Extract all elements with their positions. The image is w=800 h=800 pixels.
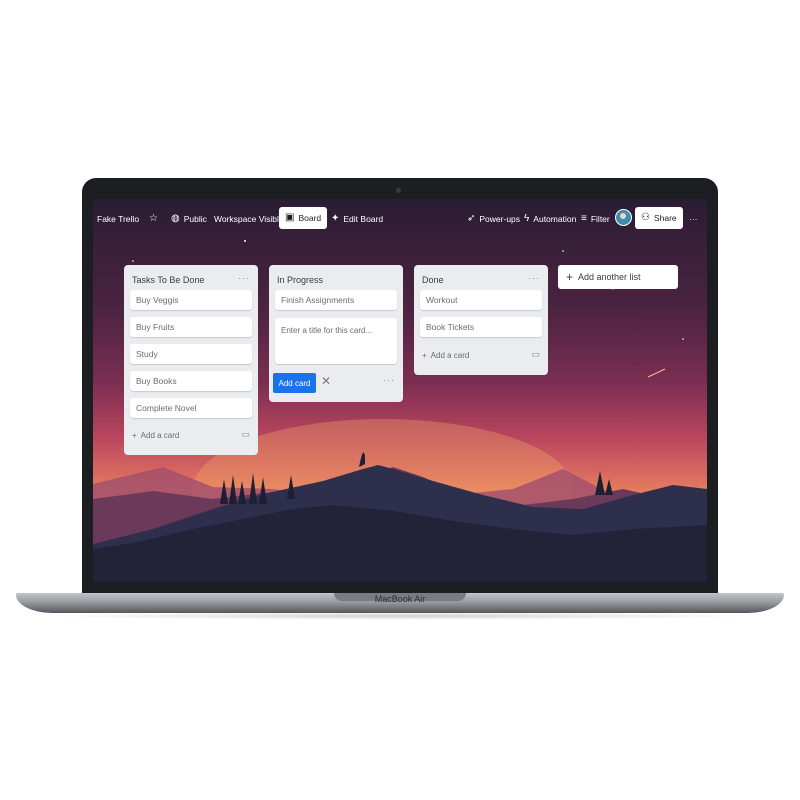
- lightning-icon: ϟ: [524, 213, 530, 224]
- add-list-button[interactable]: + Add another list: [558, 265, 678, 289]
- board-icon: ▣: [285, 212, 295, 223]
- plus-icon: +: [422, 351, 427, 360]
- board-name[interactable]: Fake Trello: [97, 199, 139, 239]
- visibility-button[interactable]: ◍ Public: [171, 199, 207, 239]
- automation-button[interactable]: ϟ Automation: [524, 199, 576, 239]
- filter-label: Filter: [590, 214, 610, 224]
- visibility-label: Public: [183, 214, 207, 224]
- board-header: Fake Trello ☆ ◍ Public Workspace Visible…: [93, 199, 707, 239]
- card[interactable]: Buy Fruits: [130, 317, 252, 337]
- list-tasks-to-be-done: Tasks To Be Done ··· Buy Veggis Buy Frui…: [124, 265, 258, 455]
- list-in-progress: In Progress Finish Assignments Enter a t…: [269, 265, 403, 402]
- list-title[interactable]: Tasks To Be Done: [132, 275, 204, 285]
- list-title[interactable]: In Progress: [277, 275, 323, 285]
- filter-icon: ≡: [581, 213, 587, 224]
- automation-label: Automation: [533, 214, 577, 224]
- card[interactable]: Book Tickets: [420, 317, 542, 337]
- plus-icon: +: [132, 431, 137, 440]
- add-list-label: Add another list: [578, 272, 641, 282]
- card[interactable]: Buy Veggis: [130, 290, 252, 310]
- edit-board-button[interactable]: ✦ Edit Board: [331, 199, 383, 239]
- add-card-button[interactable]: + Add a card: [132, 431, 179, 440]
- add-card-label: Add a card: [140, 431, 180, 440]
- board-name-label: Fake Trello: [97, 214, 140, 224]
- workspace-label: Workspace Visible: [214, 214, 284, 224]
- card-template-icon[interactable]: ▭: [531, 349, 540, 360]
- avatar[interactable]: [615, 209, 632, 226]
- card-title-input[interactable]: Enter a title for this card...: [275, 318, 397, 364]
- camera-icon: [396, 188, 401, 193]
- more-menu-button[interactable]: ···: [689, 199, 698, 239]
- list-done: Done ··· Workout Book Tickets + Add a ca…: [414, 265, 548, 375]
- edit-board-label: Edit Board: [343, 214, 384, 224]
- powerups-label: Power-ups: [479, 214, 521, 224]
- rocket-icon: ➶: [467, 213, 476, 224]
- composer-menu-icon[interactable]: ···: [383, 375, 395, 385]
- add-card-label: Add a card: [430, 351, 470, 360]
- card[interactable]: Complete Novel: [130, 398, 252, 418]
- star-button[interactable]: ☆: [149, 199, 158, 239]
- plus-icon: +: [566, 270, 574, 284]
- laptop-shadow: [40, 612, 760, 620]
- workspace-visible-button[interactable]: Workspace Visible: [214, 199, 284, 239]
- card[interactable]: Study: [130, 344, 252, 364]
- list-menu-icon[interactable]: ···: [238, 273, 250, 283]
- more-icon: ···: [689, 214, 698, 224]
- card[interactable]: Buy Books: [130, 371, 252, 391]
- screen: Fake Trello ☆ ◍ Public Workspace Visible…: [93, 199, 707, 582]
- list-menu-icon[interactable]: ···: [528, 273, 540, 283]
- card[interactable]: Finish Assignments: [275, 290, 397, 310]
- share-button[interactable]: ⚇ Share: [635, 207, 683, 229]
- add-user-icon: ⚇: [641, 212, 650, 223]
- list-title[interactable]: Done: [422, 275, 444, 285]
- card[interactable]: Workout: [420, 290, 542, 310]
- device-label: MacBook Air: [374, 594, 426, 604]
- star-icon: ☆: [149, 213, 158, 224]
- add-card-submit-button[interactable]: Add card: [273, 373, 316, 393]
- board-view-button[interactable]: ▣ Board: [279, 207, 328, 229]
- add-card-button[interactable]: + Add a card: [422, 351, 469, 360]
- card-template-icon[interactable]: ▭: [241, 429, 250, 440]
- filter-button[interactable]: ≡ Filter: [581, 199, 610, 239]
- close-icon[interactable]: ✕: [321, 374, 331, 388]
- board-view-label: Board: [298, 213, 322, 223]
- globe-icon: ◍: [171, 213, 180, 224]
- share-label: Share: [653, 213, 677, 223]
- card-title-placeholder: Enter a title for this card...: [281, 326, 373, 335]
- laptop-frame: Fake Trello ☆ ◍ Public Workspace Visible…: [0, 0, 800, 800]
- sparkle-icon: ✦: [331, 213, 340, 224]
- powerups-button[interactable]: ➶ Power-ups: [467, 199, 520, 239]
